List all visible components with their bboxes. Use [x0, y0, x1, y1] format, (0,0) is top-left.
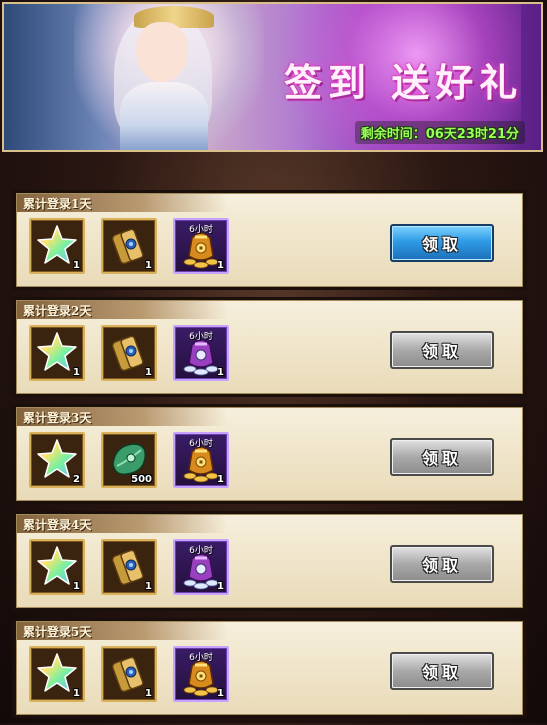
reward-item-slot[interactable]: 1: [29, 218, 85, 274]
reward-row-day-1: 累计登录1天 1 1 6小时 1 领取: [12, 190, 527, 290]
event-banner: 签到 送好礼 剩余时间：06天23时21分: [2, 2, 543, 152]
reward-quantity: 2: [73, 474, 80, 485]
reward-duration-tag: 6小时: [189, 546, 213, 556]
row-label: 累计登录2天: [23, 304, 92, 318]
reward-quantity: 1: [217, 581, 224, 592]
reward-list: 累计登录1天 1 1 6小时 1 领取 累计登录2天 1 1 6小时 1 领取 …: [12, 190, 527, 725]
claim-button[interactable]: 领取: [390, 331, 494, 369]
reward-quantity: 1: [217, 688, 224, 699]
reward-duration-tag: 6小时: [189, 225, 213, 235]
reward-panel: 累计登录5天 1 1 6小时 1 领取: [16, 621, 523, 715]
reward-quantity: 1: [217, 260, 224, 271]
claim-button[interactable]: 领取: [390, 545, 494, 583]
reward-items: 1 1 6小时 1: [29, 325, 229, 381]
countdown-timer: 剩余时间：06天23时21分: [354, 121, 525, 144]
reward-item-slot[interactable]: 6小时 1: [173, 432, 229, 488]
reward-item-slot[interactable]: 500: [101, 432, 157, 488]
reward-panel: 累计登录3天 2 500 6小时 1 领取: [16, 407, 523, 501]
reward-quantity: 1: [73, 688, 80, 699]
reward-quantity: 1: [73, 581, 80, 592]
reward-item-slot[interactable]: 1: [101, 218, 157, 274]
reward-item-slot[interactable]: 1: [101, 646, 157, 702]
reward-quantity: 1: [217, 367, 224, 378]
reward-panel: 累计登录2天 1 1 6小时 1 领取: [16, 300, 523, 394]
reward-row-day-5: 累计登录5天 1 1 6小时 1 领取: [12, 618, 527, 718]
reward-item-slot[interactable]: 1: [101, 539, 157, 595]
row-label: 累计登录5天: [23, 625, 92, 639]
reward-items: 1 1 6小时 1: [29, 218, 229, 274]
reward-row-day-2: 累计登录2天 1 1 6小时 1 领取: [12, 297, 527, 397]
row-label: 累计登录3天: [23, 411, 92, 425]
character-dress: [120, 82, 208, 150]
reward-item-slot[interactable]: 2: [29, 432, 85, 488]
row-label: 累计登录1天: [23, 197, 92, 211]
reward-items: 1 1 6小时 1: [29, 539, 229, 595]
reward-row-day-3: 累计登录3天 2 500 6小时 1 领取: [12, 404, 527, 504]
claim-button[interactable]: 领取: [390, 224, 494, 262]
reward-items: 1 1 6小时 1: [29, 646, 229, 702]
reward-panel: 累计登录4天 1 1 6小时 1 领取: [16, 514, 523, 608]
reward-items: 2 500 6小时 1: [29, 432, 229, 488]
reward-quantity: 1: [217, 474, 224, 485]
reward-item-slot[interactable]: 6小时 1: [173, 539, 229, 595]
claim-button[interactable]: 领取: [390, 652, 494, 690]
character-face: [136, 22, 188, 82]
reward-item-slot[interactable]: 1: [29, 325, 85, 381]
reward-item-slot[interactable]: 6小时 1: [173, 646, 229, 702]
reward-duration-tag: 6小时: [189, 439, 213, 449]
reward-item-slot[interactable]: 1: [101, 325, 157, 381]
reward-item-slot[interactable]: 1: [29, 539, 85, 595]
reward-quantity: 1: [73, 367, 80, 378]
reward-item-slot[interactable]: 1: [29, 646, 85, 702]
reward-quantity: 1: [145, 367, 152, 378]
reward-quantity: 500: [131, 474, 152, 485]
reward-duration-tag: 6小时: [189, 332, 213, 342]
reward-panel: 累计登录1天 1 1 6小时 1 领取: [16, 193, 523, 287]
reward-quantity: 1: [73, 260, 80, 271]
reward-row-day-4: 累计登录4天 1 1 6小时 1 领取: [12, 511, 527, 611]
reward-quantity: 1: [145, 260, 152, 271]
claim-button[interactable]: 领取: [390, 438, 494, 476]
reward-item-slot[interactable]: 6小时 1: [173, 325, 229, 381]
row-label: 累计登录4天: [23, 518, 92, 532]
banner-title: 签到 送好礼: [284, 60, 524, 105]
reward-quantity: 1: [145, 688, 152, 699]
reward-item-slot[interactable]: 6小时 1: [173, 218, 229, 274]
reward-quantity: 1: [145, 581, 152, 592]
reward-duration-tag: 6小时: [189, 653, 213, 663]
banner-character: [74, 4, 264, 150]
